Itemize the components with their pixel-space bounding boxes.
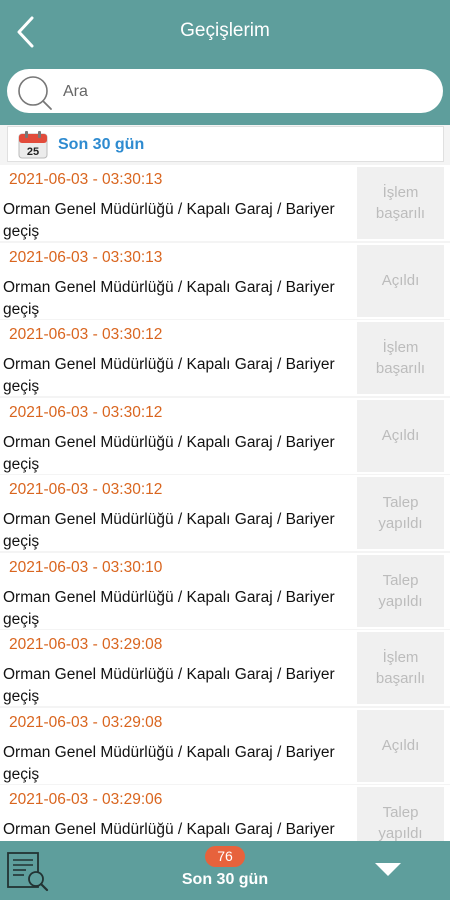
pass-datetime: 2021-06-03 - 03:30:12 (9, 326, 163, 343)
pass-status: Talep yapıldı (378, 571, 423, 610)
pass-status: İşlem başarılı (375, 649, 426, 687)
pass-location: Orman Genel Müdürlüğü / Kapalı Garaj / B… (3, 356, 335, 395)
status-cell: Talep yapıldı (357, 477, 444, 549)
pass-datetime: 2021-06-03 - 03:29:08 (9, 636, 163, 653)
filter-label: Son 30 gün (58, 136, 145, 153)
top-bar: Geçişlerim (0, 0, 450, 125)
pass-location: Orman Genel Müdürlüğü / Kapalı Garaj / B… (3, 588, 335, 628)
pass-datetime: 2021-06-03 - 03:29:06 (9, 791, 163, 808)
list-item[interactable]: 2021-06-03 - 03:29:06 Orman Genel Müdürlü… (0, 785, 450, 841)
list-item[interactable]: 2021-06-03 - 03:29:08 Orman Genel Müdürlü… (0, 707, 450, 784)
pass-status: Açıldı (381, 737, 420, 754)
page-title: Geçişlerim (180, 20, 270, 41)
pass-status: İşlem başarılı (375, 184, 426, 222)
status-cell: Açıldı (357, 244, 444, 317)
pass-location: Orman Genel Müdürlüğü / Kapalı Garaj / B… (3, 433, 335, 473)
pass-status: Açıldı (381, 272, 420, 289)
list-item[interactable]: 2021-06-03 - 03:30:13 Orman Genel Müdürlü… (0, 242, 450, 319)
list-item[interactable]: 2021-06-03 - 03:30:12 Orman Genel Müdürlü… (0, 397, 450, 474)
pass-status: Talep yapıldı (378, 804, 423, 841)
pass-location: Orman Genel Müdürlüğü / Kapalı Garaj / B… (3, 201, 335, 240)
pass-datetime: 2021-06-03 - 03:30:10 (9, 558, 163, 576)
count-badge: 76 (205, 846, 245, 867)
pass-datetime: 2021-06-03 - 03:30:13 (9, 171, 163, 188)
pass-status: Açıldı (381, 427, 420, 444)
search-bar[interactable] (7, 69, 443, 113)
search-input[interactable] (61, 77, 425, 107)
status-cell: İşlem başarılı (357, 167, 444, 239)
list-item[interactable]: 2021-06-03 - 03:30:12 Orman Genel Müdürlü… (0, 475, 450, 551)
pass-location: Orman Genel Müdürlüğü / Kapalı Garaj / B… (3, 743, 335, 783)
pass-location: Orman Genel Müdürlüğü / Kapalı Garaj / B… (3, 278, 335, 318)
pass-location: Orman Genel Müdürlüğü / Kapalı Garaj / B… (3, 511, 335, 550)
dropdown-button[interactable] (368, 857, 408, 883)
status-cell: Açıldı (357, 709, 444, 782)
pass-datetime: 2021-06-03 - 03:30:12 (9, 481, 163, 498)
pass-datetime: 2021-06-03 - 03:30:13 (9, 248, 163, 266)
pass-location: Orman Genel Müdürlüğü / Kapalı Garaj / B… (3, 666, 335, 705)
calendar-day: 25 (27, 146, 39, 158)
pass-status: Talep yapıldı (378, 494, 423, 532)
list-item[interactable]: 2021-06-03 - 03:29:08 Orman Genel Müdürlü… (0, 630, 450, 706)
list-item[interactable]: 2021-06-03 - 03:30:13 Orman Genel Müdürlü… (0, 165, 450, 241)
status-cell: İşlem başarılı (357, 632, 444, 704)
pass-location: Orman Genel Müdürlüğü / Kapalı Garaj / B… (3, 821, 335, 838)
pass-status: İşlem başarılı (375, 339, 426, 377)
status-cell: İşlem başarılı (357, 322, 444, 394)
date-filter[interactable]: 25 Son 30 gün (7, 126, 444, 162)
caret-down-icon (375, 863, 401, 876)
pass-datetime: 2021-06-03 - 03:30:12 (9, 403, 163, 421)
status-cell: Talep yapıldı (357, 554, 444, 627)
search-icon (18, 76, 52, 110)
status-cell: Açıldı (357, 399, 444, 472)
pass-list: 2021-06-03 - 03:30:13 Orman Genel Müdürlü… (0, 165, 450, 841)
list-item[interactable]: 2021-06-03 - 03:30:12 Orman Genel Müdürlü… (0, 320, 450, 396)
pass-datetime: 2021-06-03 - 03:29:08 (9, 713, 163, 731)
list-item[interactable]: 2021-06-03 - 03:30:10 Orman Genel Müdürlü… (0, 552, 450, 629)
calendar-icon: 25 (18, 131, 48, 159)
status-cell: Talep yapıldı (357, 787, 444, 841)
bottom-bar: 76 Son 30 gün (0, 841, 450, 900)
